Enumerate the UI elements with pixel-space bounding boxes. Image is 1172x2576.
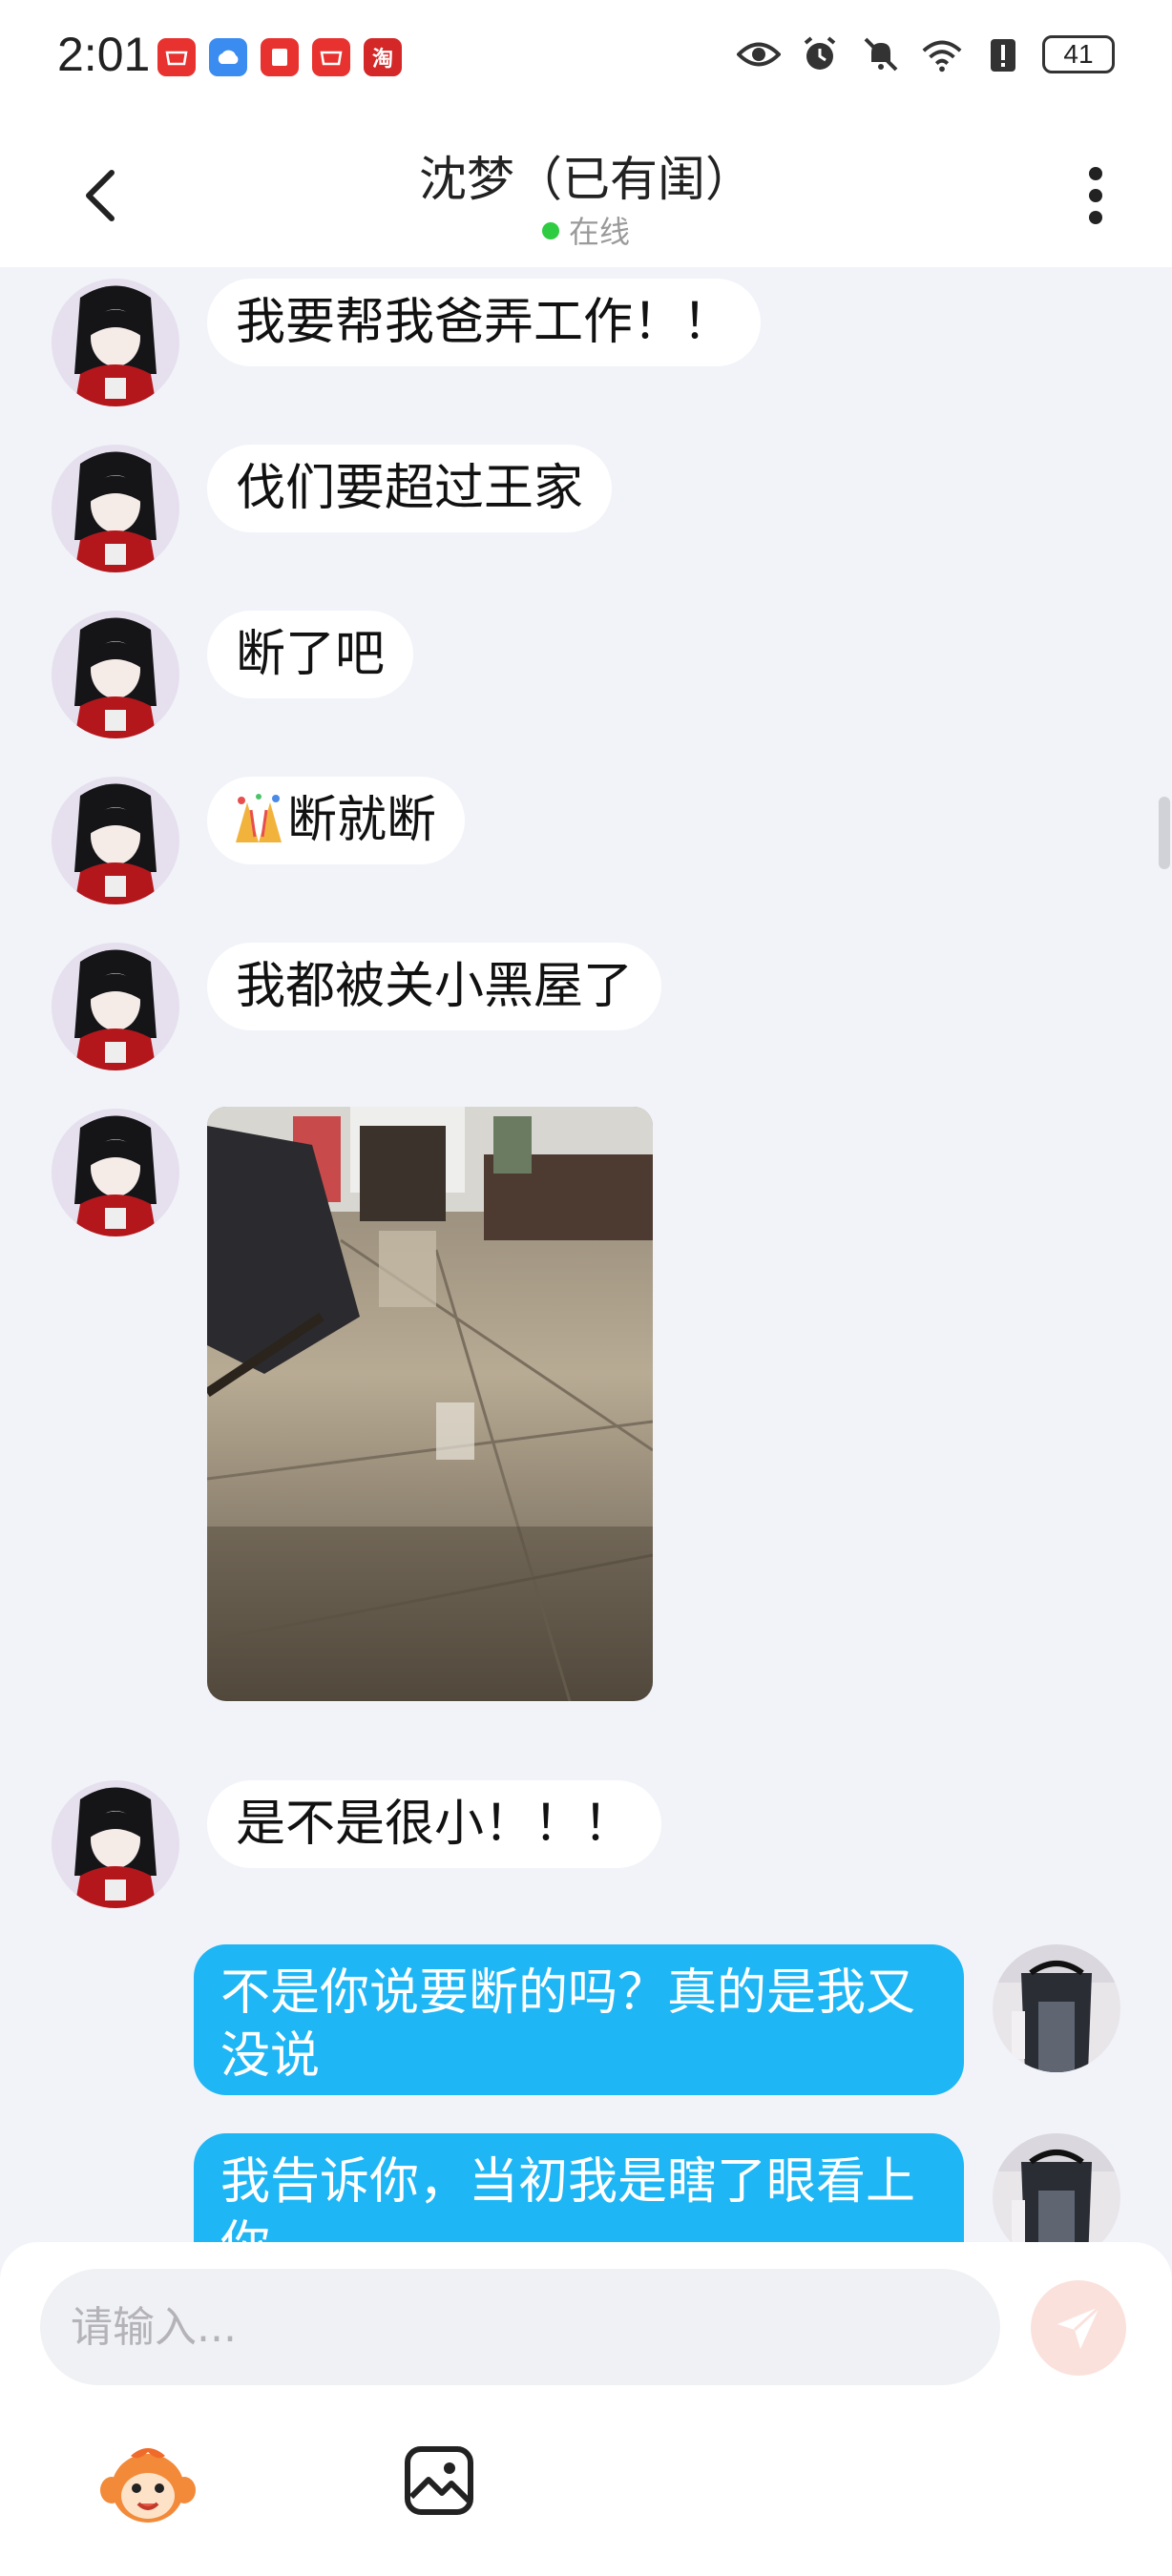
scrollbar-thumb[interactable] xyxy=(1159,797,1170,869)
alarm-icon xyxy=(798,32,842,76)
send-icon xyxy=(1057,2305,1101,2349)
incoming-message-bubble[interactable]: 是不是很小！！！ xyxy=(207,1780,662,1868)
monkey-emoji-icon xyxy=(100,2448,196,2523)
more-vertical-icon xyxy=(1089,167,1102,224)
taobao-icon: 淘 xyxy=(364,38,402,76)
outgoing-message-bubble[interactable]: 我告诉你，当初我是瞎了眼看上你 xyxy=(194,2133,964,2242)
huawei-mall-icon xyxy=(157,38,196,76)
incoming-image-message[interactable] xyxy=(207,1107,653,1701)
status-time: 2:01 xyxy=(57,28,151,81)
huawei-store-icon xyxy=(312,38,350,76)
chat-title: 沈梦（已有闺） xyxy=(419,152,753,207)
mute-icon xyxy=(859,32,903,76)
contact-avatar[interactable] xyxy=(52,445,179,572)
incoming-message-bubble[interactable]: 断了吧 xyxy=(207,611,414,698)
system-icons: 41 xyxy=(737,32,1115,76)
party-popper-icon xyxy=(236,794,282,842)
online-status-label: 在线 xyxy=(568,214,630,250)
my-avatar[interactable] xyxy=(993,2133,1120,2242)
contact-avatar[interactable] xyxy=(52,279,179,406)
send-button[interactable] xyxy=(1031,2280,1126,2376)
status-bar: 2:01 淘 41 xyxy=(0,0,1172,114)
battery-icon: 41 xyxy=(1042,35,1115,73)
contact-avatar[interactable] xyxy=(52,777,179,904)
message-list[interactable]: 我要帮我爸弄工作！！ 伐们要超过王家 断了吧 断就断 我都被关小黑屋了 是不是很… xyxy=(0,267,1172,2242)
composer-panel xyxy=(0,2242,1172,2576)
image-icon xyxy=(405,2446,473,2515)
emoji-button[interactable] xyxy=(95,2433,200,2538)
online-dot-icon xyxy=(541,222,559,239)
more-options-button[interactable] xyxy=(1067,162,1124,229)
contact-avatar[interactable] xyxy=(52,611,179,738)
wifi-icon xyxy=(920,32,964,76)
my-avatar[interactable] xyxy=(993,1944,1120,2072)
online-status: 在线 xyxy=(0,208,1172,252)
alert-icon xyxy=(981,32,1025,76)
contact-avatar[interactable] xyxy=(52,1109,179,1236)
incoming-message-bubble[interactable]: 伐们要超过王家 xyxy=(207,445,613,532)
image-button[interactable] xyxy=(401,2442,477,2519)
outgoing-message-bubble[interactable]: 不是你说要断的吗？真的是我又没说 xyxy=(194,1944,964,2095)
contact-avatar[interactable] xyxy=(52,1780,179,1908)
contact-avatar[interactable] xyxy=(52,943,179,1070)
message-input[interactable] xyxy=(40,2269,1000,2385)
notification-icons: 淘 xyxy=(157,38,402,76)
cloud-icon xyxy=(209,38,247,76)
incoming-message-bubble[interactable]: 我要帮我爸弄工作！！ xyxy=(207,279,762,366)
incoming-message-bubble[interactable]: 断就断 xyxy=(207,777,466,864)
incoming-message-bubble[interactable]: 我都被关小黑屋了 xyxy=(207,943,662,1030)
notes-icon xyxy=(261,38,299,76)
chat-header: 沈梦（已有闺） 在线 xyxy=(0,114,1172,267)
eye-icon xyxy=(737,32,781,76)
